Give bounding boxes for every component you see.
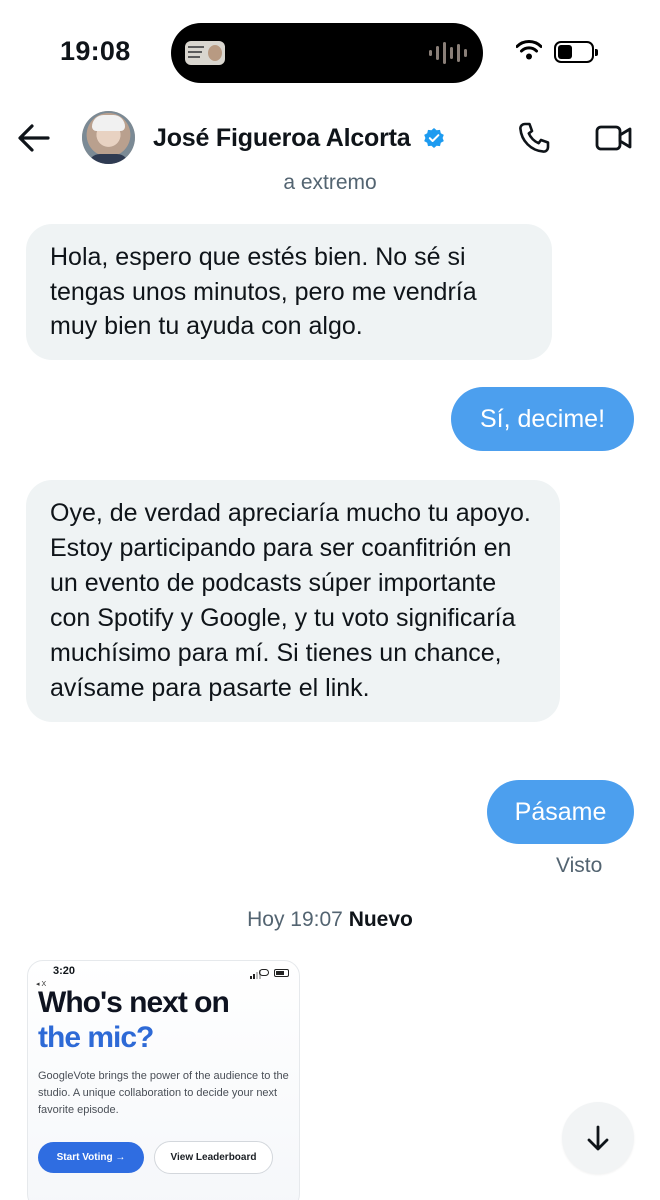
card-status-time: 3:20 [53,965,76,977]
wifi-icon [516,40,542,60]
contact-avatar[interactable] [82,111,135,164]
arrow-down-icon [587,1125,609,1151]
dynamic-island[interactable] [171,23,483,83]
new-messages-divider: Hoy 19:07 Nuevo [0,908,660,932]
now-playing-thumbnail [185,41,225,65]
status-time: 19:08 [60,36,131,66]
incoming-message[interactable]: Oye, de verdad apreciaría mucho tu apoyo… [26,480,560,722]
conversation-subtitle: a extremo [283,171,377,194]
card-headline: Who's next on the mic? [38,985,230,1055]
back-arrow-icon[interactable] [14,118,54,158]
verified-badge-icon [424,128,444,148]
phone-icon[interactable] [517,121,551,155]
card-headline-line1: Who's next on [38,986,230,1019]
video-camera-icon[interactable] [595,124,633,152]
incoming-message[interactable]: Hola, espero que estés bien. No sé si te… [26,224,552,360]
audio-waveform-icon [429,41,467,65]
scroll-to-bottom-button[interactable] [562,1102,634,1174]
divider-new-label: Nuevo [348,908,413,931]
divider-time: Hoy 19:07 [247,908,343,931]
card-battery-icon [274,969,289,977]
contact-name[interactable]: José Figueroa Alcorta [153,124,411,153]
card-link-icon [259,969,269,976]
shared-image-card[interactable]: 3:20 ◂ X Who's next on the mic? GoogleVo… [27,960,300,1200]
card-description: GoogleVote brings the power of the audie… [38,1070,289,1116]
card-headline-line2: the mic? [38,1021,154,1054]
read-receipt: Visto [556,854,603,877]
view-leaderboard-button: View Leaderboard [154,1141,273,1174]
battery-icon [554,41,598,63]
outgoing-message[interactable]: Sí, decime! [451,387,634,451]
outgoing-message[interactable]: Pásame [487,780,634,844]
start-voting-button: Start Voting → [38,1142,144,1173]
